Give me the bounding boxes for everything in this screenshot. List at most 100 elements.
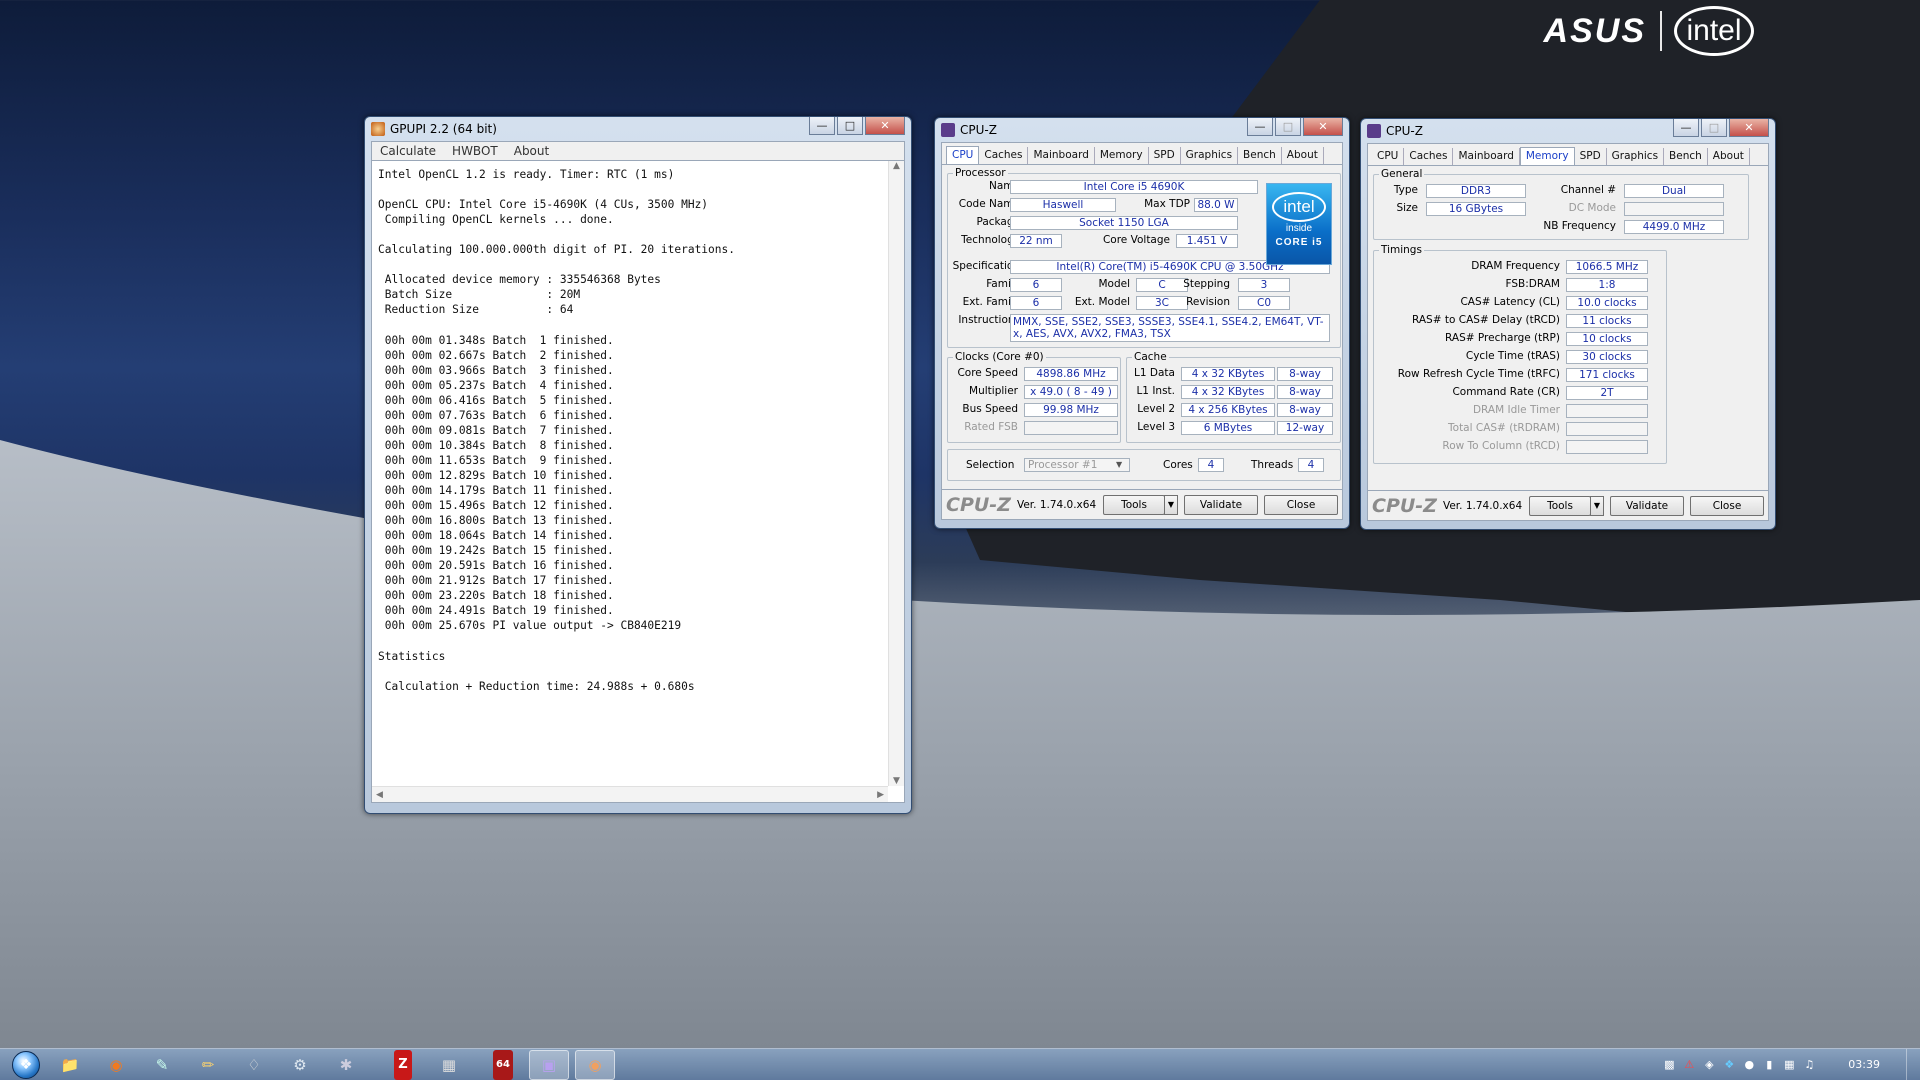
network-icon[interactable]: ▦ — [1782, 1058, 1796, 1072]
windows-logo-icon: ❖ — [12, 1050, 40, 1079]
cpuz-logo: CPU-Z — [946, 493, 1011, 516]
validate-button[interactable]: Validate — [1184, 494, 1258, 515]
horizontal-scrollbar[interactable]: ◀ ▶ — [372, 786, 888, 802]
g-icon[interactable]: ● — [1742, 1058, 1756, 1072]
minimize-button[interactable]: — — [1673, 119, 1699, 137]
menu-calculate[interactable]: Calculate — [380, 144, 436, 158]
close-button[interactable]: Close — [1690, 495, 1764, 516]
vertical-scrollbar[interactable]: ▲ ▼ — [888, 161, 904, 786]
tab-mainboard[interactable]: Mainboard — [1453, 148, 1520, 165]
tab-graphics[interactable]: Graphics — [1607, 148, 1665, 165]
close-button[interactable]: ✕ — [1729, 119, 1769, 137]
selection-dropdown[interactable]: Processor #1 — [1024, 458, 1130, 472]
show-desktop-button[interactable] — [1906, 1049, 1920, 1080]
cpuz-cpu-window[interactable]: CPU-Z — □ ✕ CPU Caches Mainboard Memory … — [934, 117, 1350, 529]
maximize-button[interactable]: □ — [1275, 118, 1301, 136]
tab-spd[interactable]: SPD — [1149, 147, 1181, 164]
maximize-button[interactable]: □ — [837, 117, 863, 135]
bag-icon[interactable]: ♢ — [234, 1050, 274, 1080]
general-group: General Type DDR3 Channel # Dual Size 16… — [1373, 168, 1749, 240]
tab-bench[interactable]: Bench — [1238, 147, 1282, 164]
pencil-icon[interactable]: ✏ — [188, 1050, 228, 1080]
tools-button[interactable]: Tools — [1103, 494, 1165, 515]
scroll-down-icon[interactable]: ▼ — [893, 776, 900, 786]
tab-about[interactable]: About — [1282, 147, 1324, 164]
type-value: DDR3 — [1426, 184, 1526, 198]
tools-dropdown-icon[interactable]: ▼ — [1590, 495, 1604, 516]
timing-value — [1566, 404, 1648, 418]
maxtdp-label: Max TDP — [1144, 198, 1190, 210]
scroll-up-icon[interactable]: ▲ — [893, 161, 900, 171]
network-warning-icon[interactable]: ⚠ — [1682, 1058, 1696, 1072]
close-button[interactable]: ✕ — [1303, 118, 1343, 136]
tab-caches[interactable]: Caches — [979, 147, 1029, 164]
intel-logo: intel — [1674, 6, 1754, 56]
tab-cpu[interactable]: CPU — [1372, 148, 1405, 165]
tray-app-icon[interactable]: ◈ — [1702, 1058, 1716, 1072]
tab-graphics[interactable]: Graphics — [1181, 147, 1239, 164]
firefox-icon[interactable]: ◉ — [96, 1050, 136, 1080]
volume-icon[interactable]: ♫ — [1802, 1058, 1816, 1072]
menu-about[interactable]: About — [514, 144, 549, 158]
cpuz-icon[interactable]: ▣ — [529, 1049, 569, 1080]
tab-bench[interactable]: Bench — [1664, 148, 1708, 165]
battery-icon[interactable]: ▮ — [1762, 1058, 1776, 1072]
validate-button[interactable]: Validate — [1610, 495, 1684, 516]
tab-caches[interactable]: Caches — [1404, 148, 1454, 165]
z-icon[interactable]: Z — [394, 1049, 412, 1080]
gpupi-icon[interactable]: ◉ — [575, 1049, 615, 1080]
close-button[interactable]: Close — [1264, 494, 1338, 515]
scroll-left-icon[interactable]: ◀ — [376, 790, 383, 800]
monitor-icon[interactable]: ▩ — [1662, 1058, 1676, 1072]
tab-memory[interactable]: Memory — [1095, 147, 1149, 164]
minimize-button[interactable]: — — [809, 117, 835, 135]
tools-dropdown-icon[interactable]: ▼ — [1164, 494, 1178, 515]
notepad-icon[interactable]: ✎ — [142, 1050, 182, 1080]
model-label: Model — [1098, 278, 1130, 290]
steam-icon[interactable]: ⚙ — [280, 1050, 320, 1080]
tab-spd[interactable]: SPD — [1575, 148, 1607, 165]
cpuz-footer: CPU-Z Ver. 1.74.0.x64 Tools ▼ Validate C… — [941, 490, 1343, 520]
clock[interactable]: 03:39 — [1848, 1058, 1880, 1071]
timing-label: FSB:DRAM — [1505, 278, 1560, 290]
group-title: Timings — [1379, 244, 1424, 256]
tools-button[interactable]: Tools — [1529, 495, 1591, 516]
bluetooth-icon[interactable]: ❖ — [1722, 1058, 1736, 1072]
cpuz-titlebar[interactable]: CPU-Z — □ ✕ — [1367, 119, 1769, 143]
tool-icon[interactable]: ✱ — [326, 1050, 366, 1080]
maxtdp-value: 88.0 W — [1194, 198, 1238, 212]
tab-mainboard[interactable]: Mainboard — [1028, 147, 1095, 164]
chevron-down-icon[interactable]: ▼ — [1116, 460, 1122, 469]
maximize-button[interactable]: □ — [1701, 119, 1727, 137]
start-button[interactable]: ❖ — [8, 1049, 44, 1080]
window-title: GPUPI 2.2 (64 bit) — [390, 122, 497, 136]
menu-hwbot[interactable]: HWBOT — [452, 144, 498, 158]
tab-memory[interactable]: Memory — [1519, 147, 1575, 165]
tab-bar: CPU Caches Mainboard Memory SPD Graphics… — [1367, 143, 1769, 165]
gpupi-titlebar[interactable]: GPUPI 2.2 (64 bit) — □ ✕ — [371, 117, 905, 141]
cpuz-footer: CPU-Z Ver. 1.74.0.x64 Tools ▼ Validate C… — [1367, 491, 1769, 521]
close-button[interactable]: ✕ — [865, 117, 905, 135]
tab-about[interactable]: About — [1708, 148, 1750, 165]
cpuz-titlebar[interactable]: CPU-Z — □ ✕ — [941, 118, 1343, 142]
level2-label: Level 2 — [1137, 403, 1175, 415]
package-value: Socket 1150 LGA — [1010, 216, 1238, 230]
threads-value: 4 — [1298, 458, 1324, 472]
tab-cpu[interactable]: CPU — [946, 146, 980, 164]
stepping-label: Stepping — [1183, 278, 1230, 290]
minimize-button[interactable]: — — [1247, 118, 1273, 136]
folder-icon[interactable]: 📁 — [50, 1050, 90, 1080]
scroll-right-icon[interactable]: ▶ — [877, 790, 884, 800]
corespeed-value: 4898.86 MHz — [1024, 367, 1118, 381]
busspeed-label: Bus Speed — [962, 403, 1018, 415]
64-icon[interactable]: 64 — [493, 1049, 513, 1080]
gpupi-window[interactable]: GPUPI 2.2 (64 bit) — □ ✕ Calculate HWBOT… — [364, 116, 912, 814]
multiplier-value: x 49.0 ( 8 - 49 ) — [1024, 385, 1118, 399]
l1data-label: L1 Data — [1134, 367, 1175, 379]
timing-value — [1566, 440, 1648, 454]
cpuz-memory-window[interactable]: CPU-Z — □ ✕ CPU Caches Mainboard Memory … — [1360, 118, 1776, 530]
nbfreq-label: NB Frequency — [1543, 220, 1616, 232]
calendar-icon[interactable]: ▦ — [429, 1050, 469, 1080]
l1data-value: 4 x 32 KBytes — [1181, 367, 1275, 381]
output-area[interactable]: Intel OpenCL 1.2 is ready. Timer: RTC (1… — [371, 161, 905, 803]
